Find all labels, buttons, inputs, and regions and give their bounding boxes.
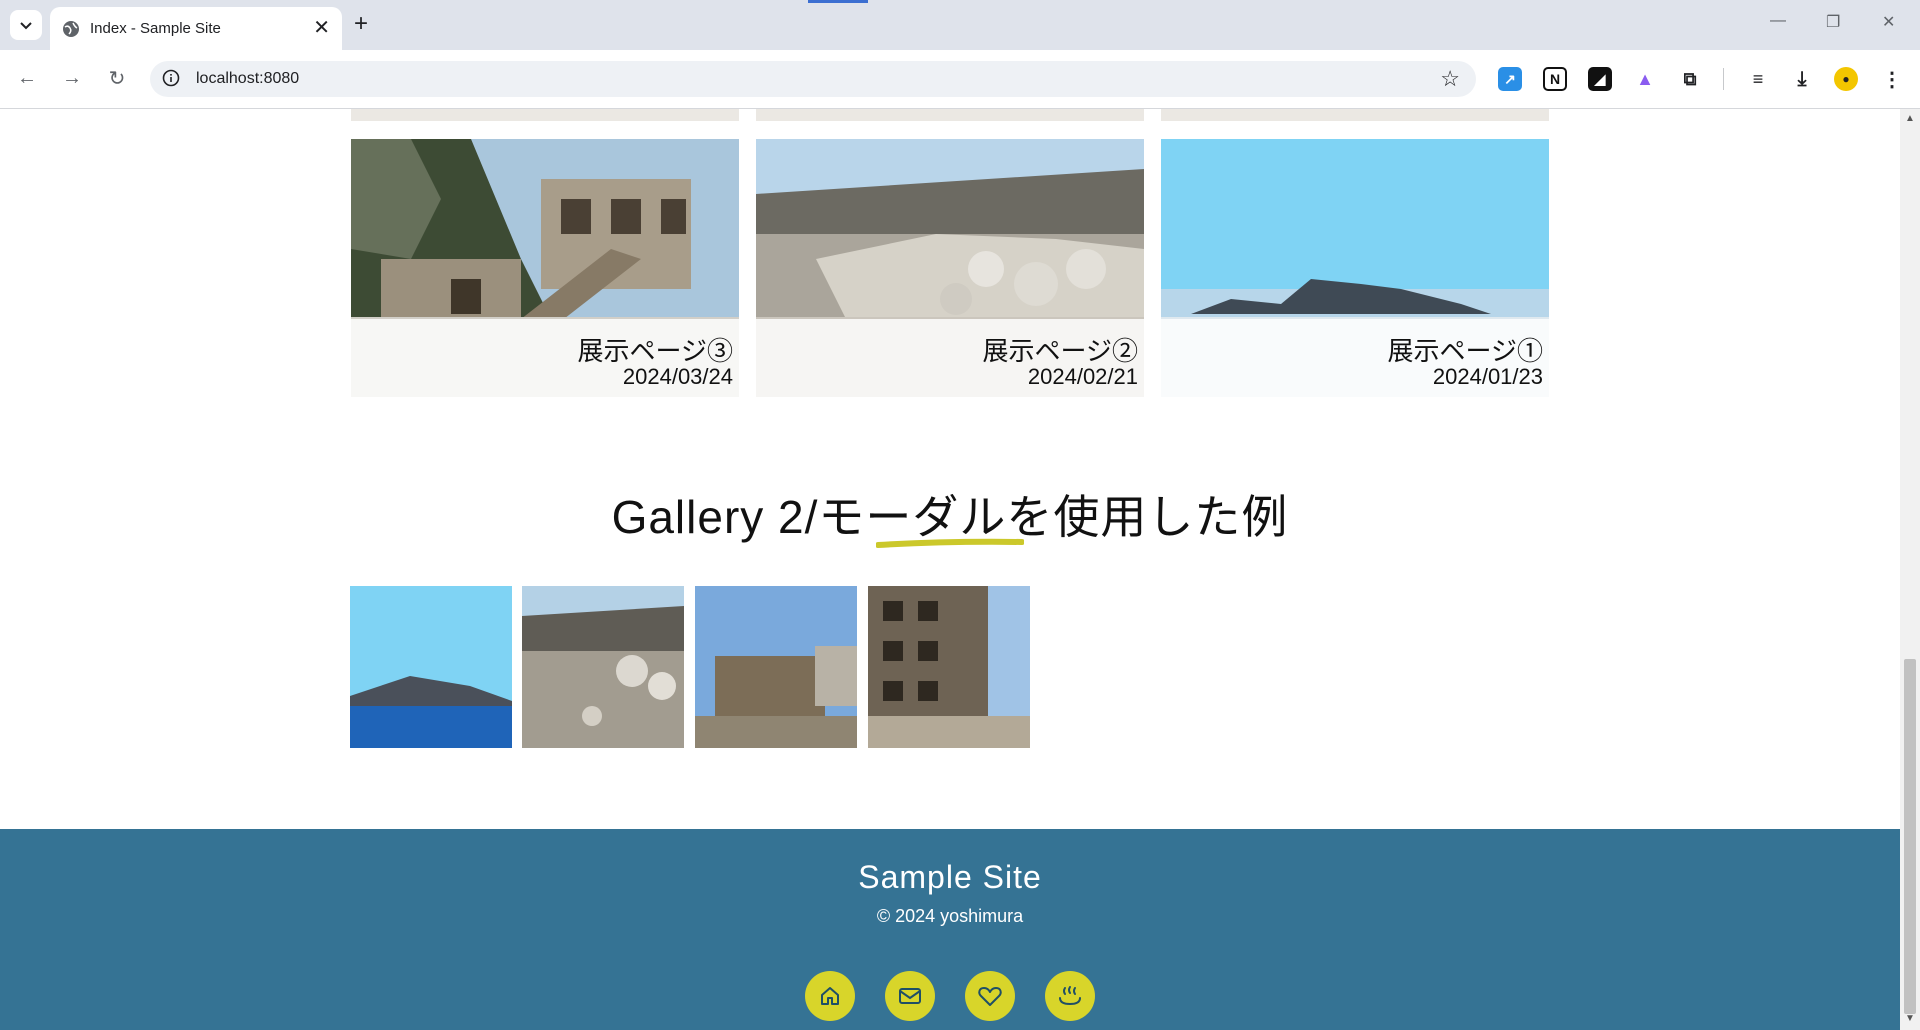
card-date: 2024/03/24 — [622, 364, 733, 389]
tab-strip-indicator — [808, 0, 868, 3]
reload-icon[interactable]: ↻ — [104, 65, 130, 91]
scrollbar-thumb[interactable] — [1904, 659, 1916, 1014]
footer-home-button[interactable] — [805, 971, 855, 1021]
restore-icon[interactable]: ❐ — [1826, 12, 1840, 32]
tab-search-button[interactable] — [10, 10, 42, 40]
thumbnail-photo — [522, 586, 684, 748]
bookmark-star-icon[interactable]: ☆ — [1440, 66, 1460, 92]
globe-icon — [63, 21, 79, 37]
tab-title: Index - Sample Site — [90, 20, 221, 37]
card-title: 展示ページ③ — [577, 336, 733, 366]
tab-bar: Index - Sample Site ✕ + — ❐ ✕ — [0, 0, 1920, 50]
window-close-icon[interactable]: ✕ — [1882, 12, 1895, 32]
mail-icon — [899, 988, 921, 1004]
minimize-icon[interactable]: — — [1770, 12, 1786, 30]
menu-kebab-icon[interactable]: ⋮ — [1880, 67, 1904, 91]
new-tab-button[interactable]: + — [354, 10, 368, 38]
toolbar-divider — [1723, 68, 1724, 90]
extension-blue-icon[interactable]: ↗ — [1498, 67, 1522, 91]
footer-site-name: Sample Site — [858, 859, 1042, 895]
card-previous-row — [756, 109, 1144, 121]
extensions-puzzle-icon[interactable]: ⧉ — [1678, 67, 1702, 91]
card-caption: 展示ページ③ 2024/03/24 — [351, 319, 739, 397]
gallery2-thumbnail[interactable] — [868, 586, 1030, 748]
card-date: 2024/01/23 — [1432, 364, 1543, 389]
scroll-up-icon[interactable]: ▲ — [1905, 113, 1915, 124]
gallery2-thumbnail[interactable] — [350, 586, 512, 748]
download-icon[interactable]: ⤓ — [1790, 67, 1814, 91]
send-icon[interactable]: ◢ — [1588, 67, 1612, 91]
card-caption: 展示ページ② 2024/02/21 — [756, 319, 1144, 397]
thumbnail-photo — [695, 586, 857, 748]
footer-copyright: © 2024 yoshimura — [876, 906, 1024, 926]
card-previous-row — [351, 109, 739, 121]
thumbnail-photo — [350, 586, 512, 748]
page-scrollbar[interactable]: ▲ ▼ — [1900, 109, 1920, 1030]
card-previous-row — [1161, 109, 1549, 121]
card-date: 2024/02/21 — [1027, 364, 1138, 389]
home-icon — [821, 987, 839, 1005]
card-title: 展示ページ① — [1387, 336, 1543, 366]
heart-icon — [978, 987, 1002, 1006]
heading-underline — [876, 538, 1024, 548]
url-text[interactable]: localhost:8080 — [196, 70, 299, 88]
profile-avatar-icon[interactable]: ● — [1834, 67, 1858, 91]
gallery-card[interactable]: 展示ページ① 2024/01/23 — [1161, 139, 1549, 397]
notion-icon[interactable]: N — [1543, 67, 1567, 91]
gallery2-thumbnail[interactable] — [695, 586, 857, 748]
close-icon[interactable]: ✕ — [313, 17, 330, 39]
gallery-card[interactable]: 展示ページ③ 2024/03/24 — [351, 139, 739, 397]
footer-mail-button[interactable] — [885, 971, 935, 1021]
site-footer: Sample Site © 2024 yoshimura — [0, 829, 1900, 1030]
address-bar[interactable]: localhost:8080 ☆ — [150, 61, 1476, 97]
footer-onsen-button[interactable] — [1045, 971, 1095, 1021]
forward-icon[interactable]: → — [59, 65, 85, 91]
card-title: 展示ページ② — [982, 336, 1138, 366]
site-info-icon[interactable] — [162, 69, 180, 87]
thumbnail-photo — [868, 586, 1030, 748]
scroll-down-icon[interactable]: ▼ — [1905, 1013, 1915, 1024]
hot-spring-icon — [1059, 986, 1081, 1006]
media-queue-icon[interactable]: ≡ — [1746, 67, 1770, 91]
gallery-card[interactable]: 展示ページ② 2024/02/21 — [756, 139, 1144, 397]
extension-purple-icon[interactable]: ▲ — [1633, 67, 1657, 91]
browser-tab[interactable]: Index - Sample Site ✕ — [50, 7, 342, 50]
footer-heart-button[interactable] — [965, 971, 1015, 1021]
back-icon[interactable]: ← — [14, 65, 40, 91]
chevron-down-icon — [20, 22, 32, 30]
card-caption: 展示ページ① 2024/01/23 — [1161, 319, 1549, 397]
browser-toolbar: ← → ↻ localhost:8080 ☆ ↗ N ◢ ▲ ⧉ ≡ ⤓ ● ⋮ — [0, 50, 1920, 109]
gallery2-thumbnail[interactable] — [522, 586, 684, 748]
page-viewport: 展示ページ③ 2024/03/24 展示ページ② 2024/02/21 展示ペー… — [0, 109, 1900, 1030]
